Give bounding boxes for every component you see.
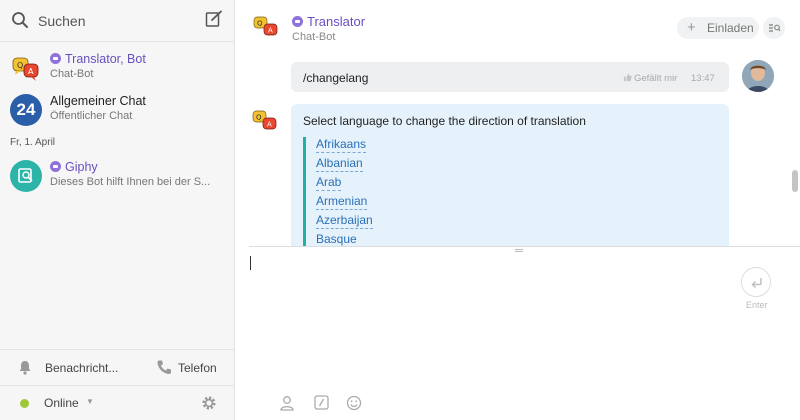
chat-name: Allgemeiner Chat <box>50 94 146 108</box>
svg-text:A: A <box>28 67 34 76</box>
status-selector[interactable]: Online <box>44 396 79 410</box>
translator-bot-icon: Q A <box>252 110 278 132</box>
chat-item-allgemeiner-chat[interactable]: 24 Allgemeiner Chat Öffentlicher Chat <box>0 90 234 130</box>
status-bar: Online ▼ <box>0 385 234 420</box>
language-list: Afrikaans Albanian Arab Armenian Azerbai… <box>303 137 373 246</box>
text-cursor <box>250 256 251 270</box>
page-title[interactable]: Translator <box>292 14 365 29</box>
compose-icon[interactable] <box>205 10 223 31</box>
bot-icon <box>50 161 61 172</box>
message-text: /changelang <box>303 71 369 85</box>
chat-name-text: Giphy <box>65 160 98 174</box>
bot-icon <box>50 53 61 64</box>
user-icon[interactable] <box>280 395 294 414</box>
svg-text:Q: Q <box>257 20 263 28</box>
message-composer[interactable]: Enter <box>249 246 800 420</box>
chevron-down-icon[interactable]: ▼ <box>86 397 94 406</box>
avatar: 24 <box>10 94 42 126</box>
language-option[interactable]: Albanian <box>316 156 363 172</box>
scrollbar[interactable] <box>792 170 798 192</box>
chat-type-label: Chat-Bot <box>292 31 336 43</box>
language-option[interactable]: Afrikaans <box>316 137 367 153</box>
message-bot: Select language to change the direction … <box>291 104 729 246</box>
sidebar: Suchen Q A Translator, Bot Chat-Bot 24 A… <box>0 0 235 420</box>
page-title-text: Translator <box>307 14 366 29</box>
message-text: Select language to change the direction … <box>303 114 586 128</box>
send-button-label: Enter <box>746 300 768 310</box>
resize-handle[interactable] <box>515 249 523 252</box>
plus-icon: + <box>687 19 696 36</box>
search-input[interactable]: Suchen <box>38 13 85 29</box>
chat-subtitle: Chat-Bot <box>50 68 94 80</box>
language-option[interactable]: Basque <box>316 232 357 246</box>
message-list[interactable]: /changelang Gefällt mir 13:47 Q A Select… <box>235 56 800 246</box>
chat-name-text: Translator, Bot <box>65 52 146 66</box>
like-button[interactable]: Gefällt mir <box>623 73 677 84</box>
chat-subtitle: Dieses Bot hilft Ihnen bei der S... <box>50 176 211 188</box>
svg-text:A: A <box>267 121 272 129</box>
svg-text:Q: Q <box>17 61 23 70</box>
notifications-button[interactable]: Benachricht... <box>45 361 118 375</box>
date-separator: Fr, 1. April <box>10 137 56 148</box>
search-icon[interactable] <box>11 11 29 32</box>
message-own: /changelang Gefällt mir 13:47 <box>291 62 729 92</box>
avatar[interactable] <box>742 60 774 92</box>
thumbs-up-icon <box>623 73 632 82</box>
chat-name: Giphy <box>50 160 98 174</box>
translator-bot-icon: Q A <box>10 52 42 84</box>
svg-text:Q: Q <box>256 114 262 122</box>
chat-item-translator-bot[interactable]: Q A Translator, Bot Chat-Bot <box>0 48 234 88</box>
send-button[interactable] <box>741 267 771 297</box>
phone-icon[interactable] <box>156 359 172 378</box>
chat-header: Q A Translator Chat-Bot + Einladen <box>235 0 800 56</box>
emoji-icon[interactable] <box>346 395 362 414</box>
chat-name: Translator, Bot <box>50 52 146 66</box>
chat-panel: Q A Translator Chat-Bot + Einladen /chan… <box>235 0 800 420</box>
enter-icon <box>751 278 762 289</box>
bot-icon <box>292 16 303 27</box>
invite-button-label: Einladen <box>707 21 754 35</box>
bell-icon[interactable] <box>18 360 32 378</box>
message-time: 13:47 <box>691 73 715 84</box>
sidebar-footer-actions: Benachricht... Telefon <box>0 349 234 385</box>
svg-text:A: A <box>268 27 273 35</box>
search-row[interactable]: Suchen <box>0 0 234 42</box>
language-option[interactable]: Arab <box>316 175 342 191</box>
translator-bot-icon: Q A <box>253 16 279 38</box>
online-status-dot <box>20 399 29 408</box>
chat-item-giphy[interactable]: Giphy Dieses Bot hilft Ihnen bei der S..… <box>0 156 234 196</box>
giphy-icon <box>10 160 42 192</box>
chat-menu-button[interactable] <box>763 17 785 39</box>
language-option[interactable]: Azerbaijan <box>316 213 373 229</box>
language-option[interactable]: Armenian <box>316 194 368 210</box>
gear-icon[interactable] <box>201 395 217 414</box>
invite-button[interactable]: + Einladen <box>677 17 759 39</box>
menu-list-icon <box>769 24 781 32</box>
command-icon[interactable] <box>314 395 329 413</box>
like-label: Gefällt mir <box>634 73 678 84</box>
phone-button[interactable]: Telefon <box>178 361 217 375</box>
chat-subtitle: Öffentlicher Chat <box>50 110 133 122</box>
